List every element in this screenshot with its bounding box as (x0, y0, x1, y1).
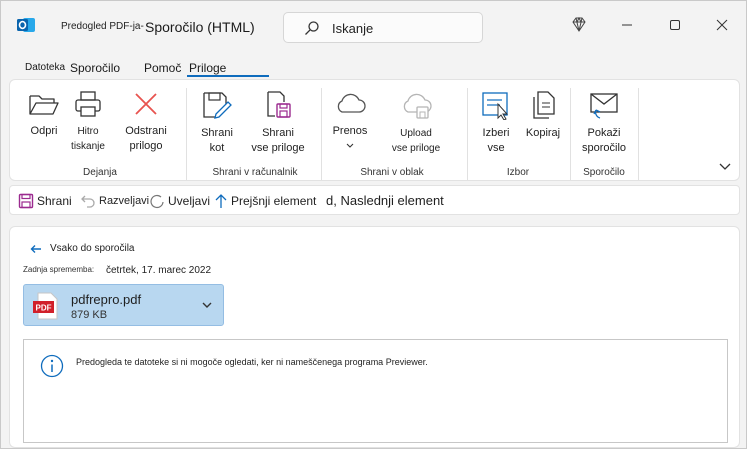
back-to-message-label: Vsako do sporočila (50, 243, 135, 254)
show-message-button[interactable]: Pokaži sporočilo (578, 90, 630, 156)
chevron-down-icon (346, 143, 354, 148)
svg-text:PDF: PDF (36, 304, 52, 313)
undo-icon (81, 195, 95, 208)
ribbon-separator (467, 88, 468, 180)
maximize-icon[interactable] (665, 15, 685, 35)
ribbon-separator (186, 88, 187, 180)
transfer-label: Prenos (332, 125, 368, 137)
close-icon[interactable] (712, 15, 732, 35)
ribbon-separator (570, 88, 571, 180)
arrow-up-icon (215, 194, 227, 208)
outlook-window: Predogled PDF-ja- Sporočilo (HTML) Iskan… (0, 0, 747, 449)
upload-all-button[interactable]: Upload vse priloge (382, 90, 450, 156)
quick-print-button[interactable]: Hitro tiskanje (68, 90, 108, 154)
attachment-card[interactable]: PDF pdfrepro.pdf 879 KB (23, 284, 224, 326)
remove-attachment-button[interactable]: Odstrani prilogo (120, 90, 172, 154)
attachment-file-name: pdfrepro.pdf (71, 292, 142, 307)
tab-datoteka[interactable]: Datoteka (25, 62, 65, 73)
upload-label-2: vse priloge (391, 143, 441, 154)
previous-item-button[interactable]: Prejšnji element (214, 193, 316, 209)
remove-x-icon (135, 93, 157, 115)
redo-label: Uveljavi (168, 194, 211, 208)
reading-pane: Vsako do sporočila Zadnja sprememba: čet… (9, 226, 740, 448)
next-item-label: d, Naslednji element (326, 193, 444, 208)
previous-item-label: Prejšnji element (231, 194, 317, 208)
preview-notice: Predogleda te datoteke si ni mogoče ogle… (23, 339, 728, 443)
remove-label-1: Odstrani (125, 125, 167, 137)
show-message-label-1: Pokaži (587, 127, 621, 139)
group-label-message: Sporočilo (583, 167, 625, 178)
save-as-label-2: kot (209, 142, 225, 154)
ribbon-separator (321, 88, 322, 180)
group-label-select: Izbor (506, 167, 530, 178)
envelope-arrow-icon (590, 93, 618, 119)
quick-access-toolbar: Shrani Razveljavi Uveljavi Prejšnji elem… (9, 185, 740, 215)
save-all-icon (267, 91, 291, 118)
quick-print-label-1: Hitro (77, 126, 99, 137)
cloud-icon (337, 93, 366, 113)
search-input[interactable]: Iskanje (332, 21, 373, 36)
save-all-label-1: Shrani (262, 127, 294, 139)
open-button[interactable]: Odpri (24, 90, 64, 139)
folder-open-icon (29, 95, 59, 115)
show-message-label-2: sporočilo (581, 142, 627, 154)
outlook-icon (16, 16, 36, 34)
select-all-label-1: Izberi (482, 127, 510, 139)
save-as-button[interactable]: Shrani kot (198, 90, 236, 156)
redo-icon (150, 194, 164, 209)
copy-button[interactable]: Kopiraj (524, 90, 562, 141)
arrow-left-icon (30, 244, 41, 253)
transfer-button[interactable]: Prenos (330, 90, 370, 150)
remove-label-2: prilogo (129, 140, 163, 152)
pdf-file-icon: PDF (33, 292, 58, 320)
cloud-upload-icon (403, 93, 432, 119)
menu-tabs: Datoteka Sporočilo Pomoč Priloge (1, 53, 746, 79)
save-icon (18, 193, 34, 209)
tab-priloge[interactable]: Priloge (189, 61, 226, 75)
ribbon: Odpri Hitro tiskanje Odstrani prilogo De… (9, 79, 740, 181)
printer-icon (75, 91, 101, 117)
next-item-button[interactable]: d, Naslednji element (326, 193, 444, 208)
qbar-save-button[interactable]: Shrani (18, 193, 72, 209)
save-as-label-1: Shrani (201, 127, 233, 139)
select-all-button[interactable]: Izberi vse (476, 90, 516, 156)
save-all-attachments-button[interactable]: Shrani vse priloge (246, 90, 310, 156)
save-as-icon (203, 92, 232, 119)
minimize-icon[interactable] (617, 15, 637, 35)
qbar-save-label: Shrani (37, 194, 72, 208)
tab-pomoc[interactable]: Pomoč (144, 61, 181, 75)
quick-print-label-2: tiskanje (71, 141, 105, 152)
back-to-message-link[interactable]: Vsako do sporočila (30, 243, 135, 254)
diamond-icon[interactable] (569, 15, 589, 35)
chevron-down-icon[interactable] (201, 300, 213, 310)
window-title: Sporočilo (HTML) (145, 19, 255, 35)
search-icon (305, 21, 319, 35)
select-all-label-2: vse (487, 142, 505, 154)
open-label: Odpri (30, 125, 58, 137)
preview-notice-text: Predogleda te datoteke si ni mogoče ogle… (76, 357, 428, 367)
undo-button[interactable]: Razveljavi (80, 193, 149, 209)
group-label-actions: Dejanja (83, 167, 117, 178)
active-tab-indicator (187, 75, 269, 77)
search-box[interactable]: Iskanje (283, 12, 483, 43)
last-modified-date: četrtek, 17. marec 2022 (106, 265, 212, 276)
ribbon-separator (638, 88, 639, 180)
redo-button[interactable]: Uveljavi (149, 193, 210, 209)
ribbon-collapse-chevron-icon[interactable] (718, 162, 732, 172)
save-all-label-2: vse priloge (251, 142, 305, 154)
group-label-save-cloud: Shrani v oblak (360, 167, 424, 178)
tab-sporocilo[interactable]: Sporočilo (70, 61, 120, 75)
undo-label: Razveljavi (99, 195, 150, 207)
upload-label-1: Upload (400, 128, 432, 139)
info-icon (40, 354, 64, 378)
window-subtitle: Predogled PDF-ja- (61, 21, 144, 32)
copy-label: Kopiraj (525, 127, 561, 139)
select-all-icon (482, 92, 509, 120)
group-label-save-pc: Shrani v računalnik (212, 167, 298, 178)
last-modified-label: Zadnja sprememba: (23, 265, 95, 274)
copy-icon (533, 91, 555, 119)
title-bar: Predogled PDF-ja- Sporočilo (HTML) Iskan… (1, 1, 746, 51)
attachment-file-size: 879 KB (71, 309, 108, 321)
